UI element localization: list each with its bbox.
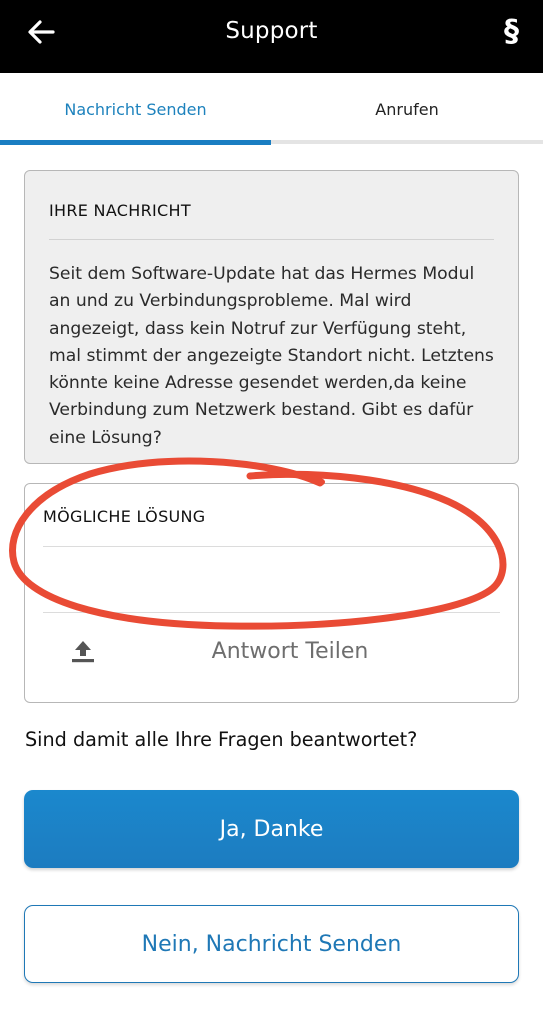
message-card: IHRE NACHRICHT Seit dem Software-Update … (24, 170, 519, 464)
share-answer-label: Antwort Teilen (211, 639, 369, 664)
divider (49, 239, 494, 240)
tab-nachricht-senden[interactable]: Nachricht Senden (0, 73, 271, 146)
confirmation-question: Sind damit alle Ihre Fragen beantwortet? (25, 728, 418, 751)
message-body: Seit dem Software-Update hat das Hermes … (49, 264, 494, 448)
divider (43, 612, 500, 613)
solution-card: MÖGLICHE LÖSUNG Antwort Teilen (24, 483, 519, 703)
share-answer-button[interactable]: Antwort Teilen (25, 619, 520, 679)
app-bar: Support § (0, 0, 543, 73)
message-heading: IHRE NACHRICHT (49, 201, 191, 220)
no-send-message-button[interactable]: Nein, Nachricht Senden (24, 905, 519, 983)
solution-heading: MÖGLICHE LÖSUNG (43, 507, 206, 526)
tab-bar: Nachricht Senden Anrufen (0, 73, 543, 146)
yes-thanks-button[interactable]: Ja, Danke (24, 790, 519, 868)
divider (43, 546, 500, 547)
active-tab-indicator (0, 140, 271, 145)
section-sign-icon[interactable]: § (504, 12, 519, 52)
tab-anrufen[interactable]: Anrufen (271, 73, 543, 146)
page-title: Support (225, 18, 318, 44)
